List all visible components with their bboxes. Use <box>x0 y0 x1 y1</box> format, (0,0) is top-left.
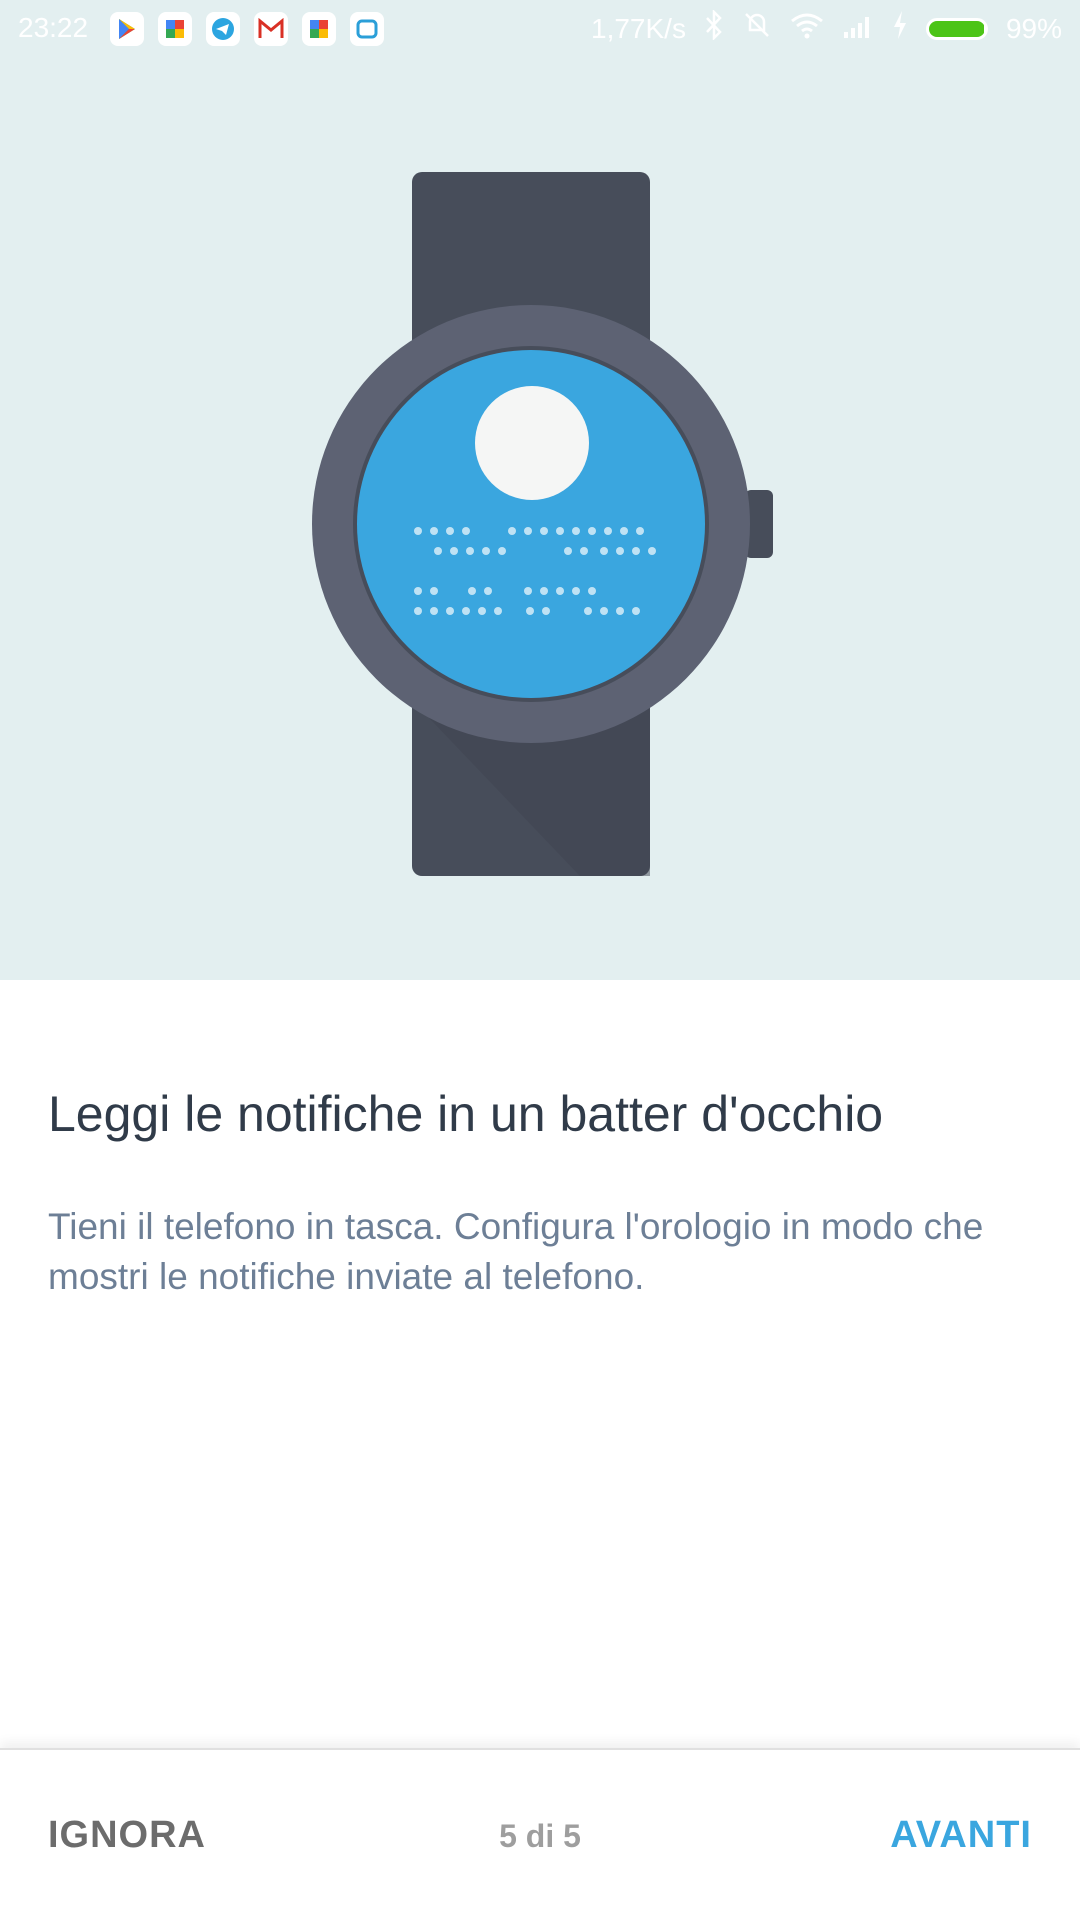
text-dot <box>468 587 476 595</box>
text-dot <box>498 547 506 555</box>
text-dot <box>616 547 624 555</box>
text-dot <box>466 547 474 555</box>
text-dot <box>446 527 454 535</box>
text-dot <box>616 607 624 615</box>
text-dot <box>414 587 422 595</box>
text-dot <box>430 527 438 535</box>
text-dot <box>434 547 442 555</box>
text-dot <box>478 607 486 615</box>
text-dot <box>494 607 502 615</box>
text-dot <box>588 587 596 595</box>
text-dot <box>600 607 608 615</box>
onboarding-illustration-area: 23:22 1,77K/s 99% <box>0 0 1080 980</box>
text-dot <box>648 547 656 555</box>
text-dot <box>430 607 438 615</box>
page-description: Tieni il telefono in tasca. Configura l'… <box>48 1206 984 1297</box>
text-dot <box>414 527 422 535</box>
text-dot <box>556 587 564 595</box>
text-dot <box>580 547 588 555</box>
text-dot <box>446 607 454 615</box>
text-dot <box>508 527 516 535</box>
text-dot <box>484 587 492 595</box>
text-dot <box>450 547 458 555</box>
text-dot <box>600 547 608 555</box>
text-dot <box>462 607 470 615</box>
text-dot <box>604 527 612 535</box>
page-title: Leggi le notifiche in un batter d'occhio <box>48 1086 884 1142</box>
text-dot <box>572 587 580 595</box>
text-dot <box>632 607 640 615</box>
text-dot <box>540 527 548 535</box>
text-dot <box>564 547 572 555</box>
onboarding-footer: IGNORA 5 di 5 AVANTI <box>0 1748 1080 1922</box>
text-dot <box>524 587 532 595</box>
text-dot <box>584 607 592 615</box>
text-dot <box>462 527 470 535</box>
text-dot <box>540 587 548 595</box>
text-dot <box>572 527 580 535</box>
text-dot <box>556 527 564 535</box>
text-dot <box>620 527 628 535</box>
text-dot <box>524 527 532 535</box>
smartwatch-illustration <box>312 172 773 876</box>
text-dot <box>588 527 596 535</box>
text-dot <box>542 607 550 615</box>
text-dot <box>414 607 422 615</box>
next-button[interactable]: AVANTI <box>890 1814 1032 1857</box>
text-dot <box>430 587 438 595</box>
text-dot <box>632 547 640 555</box>
text-dot <box>482 547 490 555</box>
text-dot <box>636 527 644 535</box>
notification-avatar <box>475 386 589 500</box>
text-dot <box>526 607 534 615</box>
